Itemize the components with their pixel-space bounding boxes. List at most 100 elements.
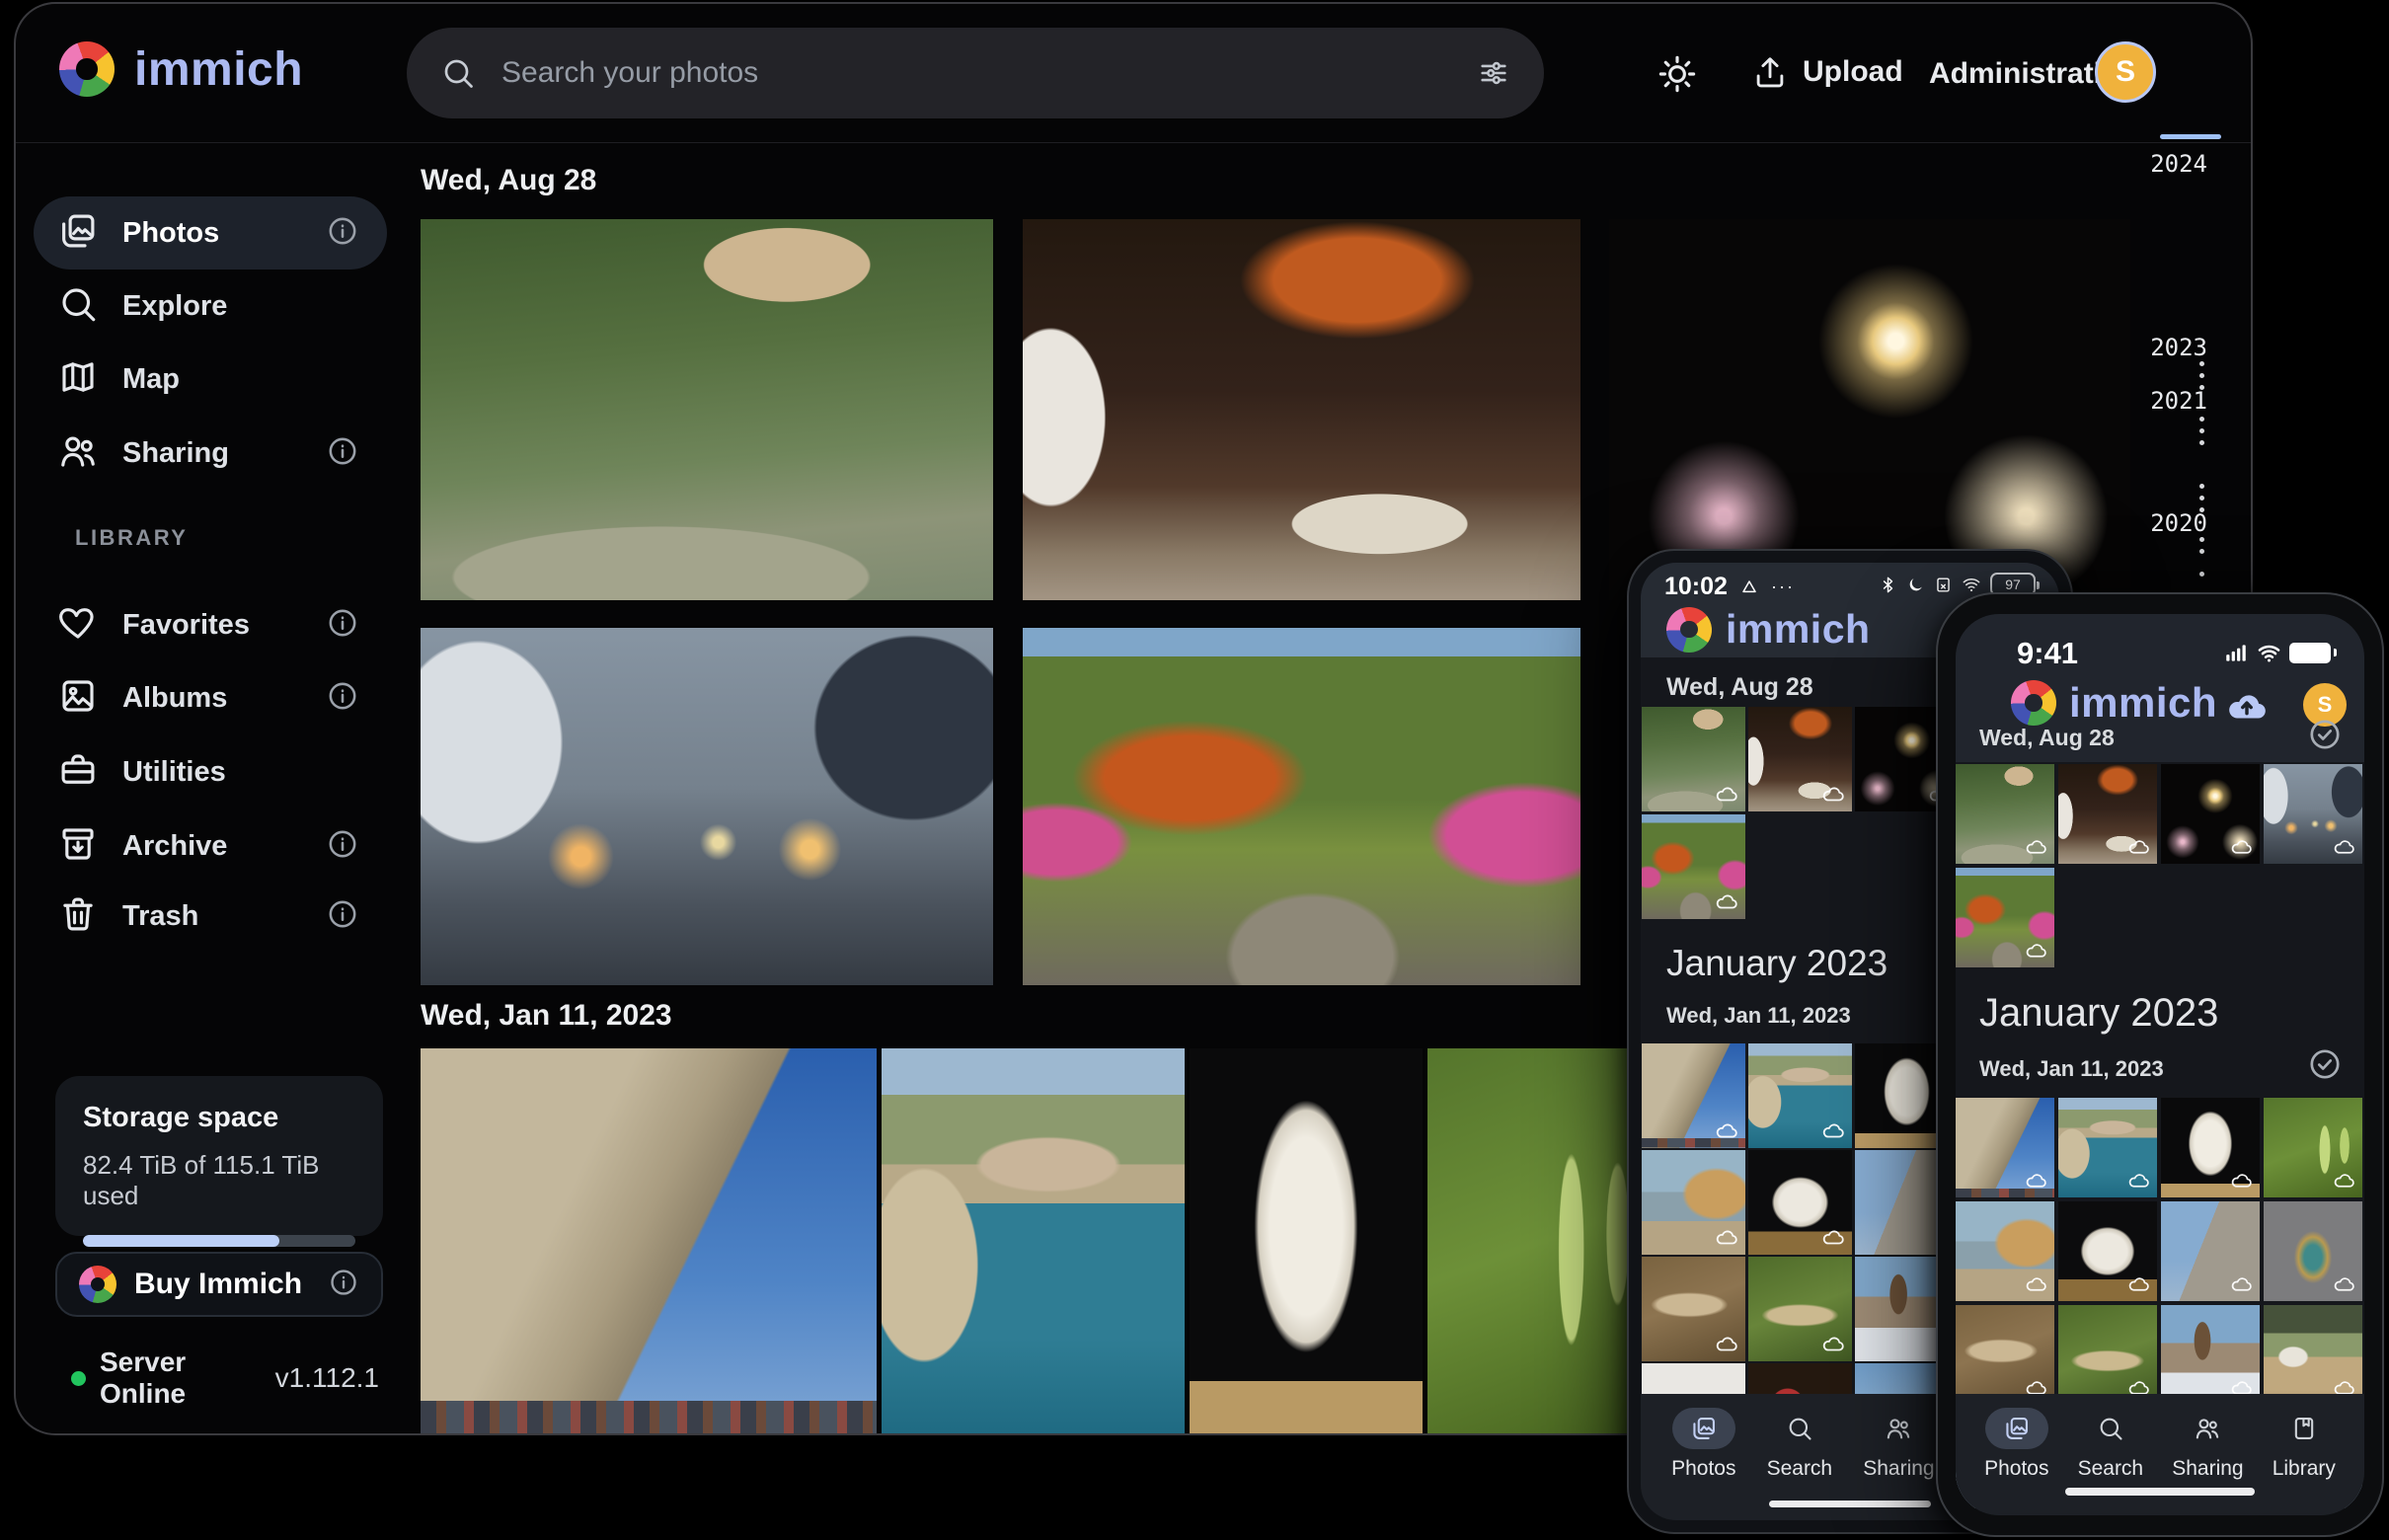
- thumb-autumn[interactable]: [1642, 814, 1745, 919]
- photo-sea-grapes[interactable]: [1427, 1048, 1659, 1435]
- info-icon[interactable]: [328, 1267, 359, 1303]
- sidebar-label: Explore: [122, 290, 387, 323]
- buy-immich-button[interactable]: Buy Immich: [55, 1252, 383, 1317]
- cloud-backup-button[interactable]: [2224, 683, 2270, 733]
- info-icon[interactable]: [326, 679, 359, 718]
- server-status-row: Server Online v1.112.1: [55, 1347, 383, 1410]
- cloud-upload-icon: [2224, 683, 2270, 729]
- photo-row: [1956, 1098, 2362, 1197]
- upload-icon: [1751, 53, 1789, 91]
- photo-fireworks[interactable]: [1609, 219, 2130, 600]
- nav-search[interactable]: Search: [1767, 1408, 1833, 1481]
- nav-library[interactable]: Library: [2273, 1408, 2336, 1481]
- thumb-beach-cliff[interactable]: [1956, 1201, 2054, 1301]
- photo-row: [1642, 1043, 1959, 1148]
- photo-zoo-monkeys[interactable]: [421, 219, 993, 600]
- thumb-fireworks[interactable]: [2161, 764, 2260, 864]
- immich-flower-icon: [79, 1266, 116, 1303]
- thumb-lizard-moss[interactable]: [1748, 1257, 1852, 1361]
- cloud-sync-icon: [1821, 1118, 1845, 1142]
- thumb-marble-bust[interactable]: [2161, 1098, 2260, 1197]
- search-input[interactable]: Search your photos: [407, 28, 1544, 118]
- photo-outdoor-dinner[interactable]: [1023, 219, 1580, 600]
- info-icon[interactable]: [326, 827, 359, 866]
- sidebar-item-archive[interactable]: Archive: [34, 809, 387, 883]
- thumb-marble-sculpture[interactable]: [2058, 1201, 2157, 1301]
- library-icon: [2290, 1415, 2318, 1442]
- thumb-lizard[interactable]: [1642, 1257, 1745, 1361]
- thumb-fortress[interactable]: [1956, 1098, 2054, 1197]
- thumb-fortress[interactable]: [1642, 1043, 1745, 1148]
- scrubber-year-2021[interactable]: 2021: [2138, 387, 2207, 415]
- thumb-snow-church[interactable]: [2161, 1305, 2260, 1405]
- thumb-zoo[interactable]: [1956, 764, 2054, 864]
- screenshot-stage: immich Search your photos Upload Adminis…: [0, 0, 2389, 1540]
- thumb-dinner[interactable]: [1748, 707, 1852, 811]
- nav-photos[interactable]: Photos: [1671, 1408, 1735, 1481]
- info-icon[interactable]: [326, 897, 359, 936]
- home-indicator[interactable]: [2065, 1488, 2255, 1496]
- iphone-statusbar-left: 9:41: [2017, 636, 2078, 671]
- cloud-sync-icon: [2230, 835, 2253, 858]
- select-all-check-icon[interactable]: [2307, 717, 2343, 757]
- thumb-hands[interactable]: [2264, 764, 2362, 864]
- nav-sharing[interactable]: Sharing: [1863, 1408, 1934, 1481]
- sidebar-item-photos[interactable]: Photos: [34, 196, 387, 270]
- sidebar-item-map[interactable]: Map: [34, 343, 387, 416]
- nav-photos[interactable]: Photos: [1984, 1408, 2048, 1481]
- status-time: 10:02: [1664, 573, 1728, 601]
- cloud-sync-icon: [1715, 1332, 1738, 1355]
- select-all-check-icon[interactable]: [2307, 1046, 2343, 1087]
- scrubber-year-2020[interactable]: 2020: [2138, 509, 2207, 537]
- search-filters-icon[interactable]: [1477, 56, 1510, 90]
- photo-autumn-path[interactable]: [1023, 628, 1580, 985]
- nav-sharing[interactable]: Sharing: [2172, 1408, 2243, 1481]
- nav-search[interactable]: Search: [2078, 1408, 2144, 1481]
- month-header: January 2023: [1979, 991, 2218, 1036]
- sidebar-item-sharing[interactable]: Sharing: [34, 417, 387, 490]
- thumb-ruins[interactable]: [2161, 1201, 2260, 1301]
- info-icon[interactable]: [326, 434, 359, 473]
- thumb-dinner[interactable]: [2058, 764, 2157, 864]
- scrubber-position-indicator[interactable]: [2160, 134, 2221, 139]
- moon-dnd-icon: [1906, 576, 1925, 594]
- upload-button[interactable]: Upload: [1751, 53, 1903, 91]
- thumb-marble-sculpture[interactable]: [1748, 1150, 1852, 1255]
- sidebar-item-utilities[interactable]: Utilities: [34, 735, 387, 808]
- cloud-sync-icon: [1821, 1225, 1845, 1249]
- photo-fortress-wall[interactable]: [421, 1048, 877, 1435]
- sidebar-item-favorites[interactable]: Favorites: [34, 588, 387, 661]
- cellular-signal-icon: [2223, 640, 2249, 665]
- thumb-lizard-moss[interactable]: [2058, 1305, 2157, 1405]
- photo-holding-hands[interactable]: [421, 628, 993, 985]
- heart-icon: [57, 602, 99, 649]
- thumb-alpine-village[interactable]: [2264, 1305, 2362, 1405]
- info-icon[interactable]: [326, 606, 359, 645]
- photo-fortress-sea[interactable]: [882, 1048, 1185, 1435]
- search-icon: [440, 55, 476, 91]
- library-section-heading: LIBRARY: [75, 525, 188, 551]
- sidebar-item-explore[interactable]: Explore: [34, 270, 387, 343]
- info-icon[interactable]: [326, 214, 359, 253]
- sidebar-item-albums[interactable]: Albums: [34, 661, 387, 734]
- home-indicator[interactable]: [1769, 1501, 1931, 1507]
- thumb-fountain-sculpture[interactable]: [2264, 1201, 2362, 1301]
- thumb-zoo[interactable]: [1642, 707, 1745, 811]
- thumb-lizard[interactable]: [1956, 1305, 2054, 1405]
- scrubber-year-2024[interactable]: 2024: [2138, 150, 2207, 178]
- sharing-people-icon: [2194, 1415, 2221, 1442]
- cloud-sync-icon: [1821, 782, 1845, 806]
- sidebar-label: Utilities: [122, 756, 387, 789]
- photo-marble-bust[interactable]: [1190, 1048, 1423, 1435]
- thumb-autumn[interactable]: [1956, 868, 2054, 967]
- photo-row: [1956, 1201, 2362, 1301]
- app-logo[interactable]: immich: [59, 41, 303, 97]
- thumb-beach-cliff[interactable]: [1642, 1150, 1745, 1255]
- scrubber-year-2023[interactable]: 2023: [2138, 334, 2207, 361]
- user-avatar[interactable]: S: [2095, 41, 2156, 103]
- thumb-fortress-sea[interactable]: [1748, 1043, 1852, 1148]
- sidebar-item-trash[interactable]: Trash: [34, 880, 387, 953]
- thumb-sea-grapes[interactable]: [2264, 1098, 2362, 1197]
- theme-toggle-button[interactable]: [1657, 53, 1698, 100]
- thumb-fortress-sea[interactable]: [2058, 1098, 2157, 1197]
